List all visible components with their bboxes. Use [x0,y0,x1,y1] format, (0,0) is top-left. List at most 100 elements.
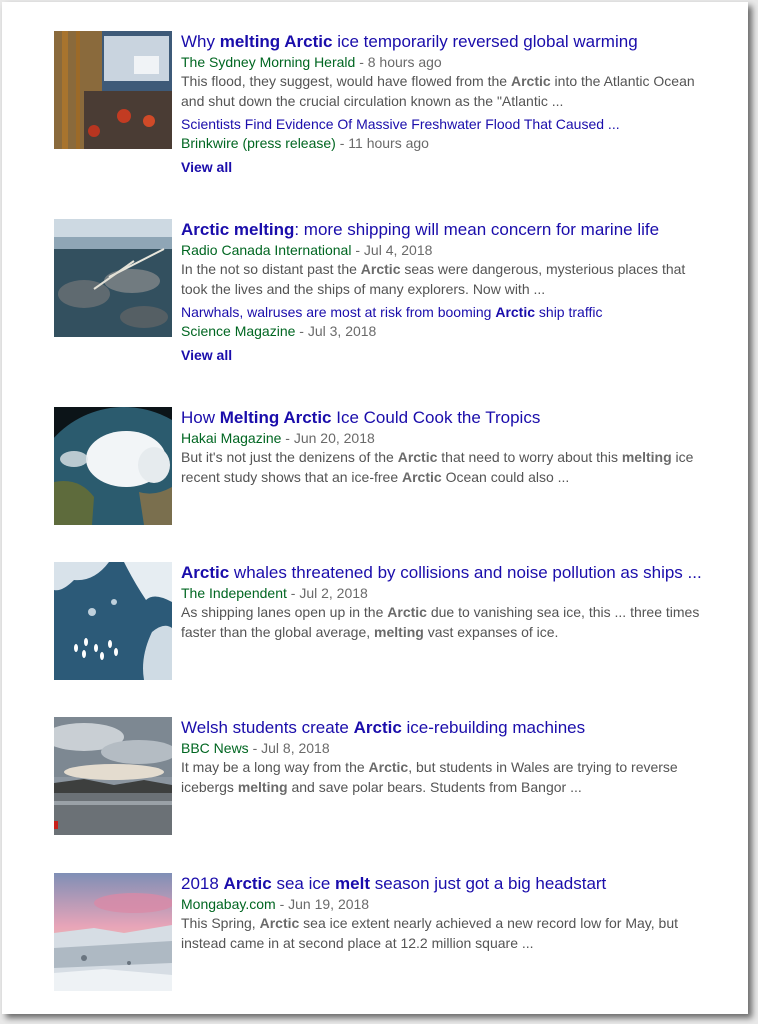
source-name: Brinkwire (press release) [181,135,336,151]
text-segment: In the not so distant past the [181,261,361,277]
highlighted-keyword: Arctic [387,604,427,620]
publish-date: - Jul 2, 2018 [286,585,368,601]
text-segment: Ice Could Cook the Tropics [331,408,541,427]
result-source-line: BBC News - Jul 8, 2018 [181,739,748,757]
highlighted-keyword: Arctic [397,449,438,465]
highlighted-keyword: Melting Arctic [219,408,332,427]
result-snippet-line: It may be a long way from the Arctic, bu… [181,757,748,777]
related-source-line: Science Magazine - Jul 3, 2018 [181,322,748,340]
result-snippet-line: faster than the global average, melting … [181,622,748,642]
source-name: The Independent [181,585,287,601]
text-segment: faster than the global average, [181,624,375,640]
text-segment: : more shipping will mean concern for ma… [294,220,660,239]
text-segment: , but students in Wales are trying to re… [408,759,678,775]
result-source-line: The Sydney Morning Herald - 8 hours ago [181,53,748,71]
source-name: Hakai Magazine [181,430,282,446]
result-snippet-line: This flood, they suggest, would have flo… [181,71,748,91]
text-segment: whales threatened by collisions and nois… [229,563,702,582]
text-segment: It may be a long way from the [181,759,369,775]
result-title-link[interactable]: Arctic melting: more shipping will mean … [181,219,748,241]
highlighted-keyword: melt [335,874,371,893]
publish-date: - Jul 4, 2018 [351,242,433,258]
publish-date: - Jun 19, 2018 [275,896,370,912]
text-segment: sea ice [271,874,336,893]
text-segment: seas were dangerous, mysterious places t… [400,261,686,277]
view-all-link[interactable]: View all [181,158,232,176]
news-result: Welsh students create Arctic ice-rebuild… [54,717,744,837]
text-segment: due to vanishing sea ice, this ... three… [426,604,700,620]
thumbnail-ship-deck[interactable] [54,31,172,149]
result-title-link[interactable]: 2018 Arctic sea ice melt season just got… [181,873,748,895]
text-segment: that need to worry about this [437,449,622,465]
result-source-line: Mongabay.com - Jun 19, 2018 [181,895,748,913]
news-result: How Melting Arctic Ice Could Cook the Tr… [54,407,744,527]
result-source-line: Radio Canada International - Jul 4, 2018 [181,241,748,259]
text-segment: But it's not just the denizens of the [181,449,398,465]
result-title-link[interactable]: Arctic whales threatened by collisions a… [181,562,748,584]
thumbnail-whales-aerial[interactable] [54,562,172,680]
text-segment: Why [181,32,220,51]
text-segment: into the Atlantic Ocean [550,73,695,89]
news-result: Why melting Arctic ice temporarily rever… [54,31,744,175]
text-segment: and save polar bears. Students from Bang… [287,779,582,795]
highlighted-keyword: Arctic [510,73,551,89]
source-name: Mongabay.com [181,896,276,912]
result-snippet-line: In the not so distant past the Arctic se… [181,259,748,279]
text-segment: and shut down the crucial circulation kn… [181,93,564,109]
highlighted-keyword: melting [374,624,424,640]
related-source-line: Brinkwire (press release) - 11 hours ago [181,134,748,152]
thumbnail-globe[interactable] [54,407,172,525]
publish-date: - Jul 8, 2018 [248,740,330,756]
result-source-line: The Independent - Jul 2, 2018 [181,584,748,602]
highlighted-keyword: Arctic melting [181,220,295,239]
news-result: Arctic whales threatened by collisions a… [54,562,744,682]
related-article-link[interactable]: Narwhals, walruses are most at risk from… [181,303,748,322]
thumbnail-landscape[interactable] [54,717,172,835]
text-segment: As shipping lanes open up in the [181,604,388,620]
text-segment: took the lives and the ships of many exp… [181,281,546,297]
text-segment: Scientists Find Evidence Of Massive Fres… [181,116,620,132]
source-name: The Sydney Morning Herald [181,54,356,70]
text-segment: sea ice extent nearly achieved a new rec… [299,915,678,931]
highlighted-keyword: Arctic [259,915,300,931]
result-snippet-line: As shipping lanes open up in the Arctic … [181,602,748,622]
highlighted-keyword: Arctic [360,261,401,277]
result-title-link[interactable]: How Melting Arctic Ice Could Cook the Tr… [181,407,748,429]
result-snippet-line: icebergs melting and save polar bears. S… [181,777,748,797]
result-snippet-line: and shut down the crucial circulation kn… [181,91,748,111]
highlighted-keyword: melting [621,449,672,465]
result-title-link[interactable]: Welsh students create Arctic ice-rebuild… [181,717,748,739]
publish-date: - Jun 20, 2018 [281,430,375,446]
result-snippet-line: recent study shows that an ice-free Arct… [181,467,748,487]
source-name: BBC News [181,740,249,756]
text-segment: ice [671,449,694,465]
publish-date: - Jul 3, 2018 [295,323,377,339]
publish-date: - 8 hours ago [355,54,442,70]
result-snippet-line: took the lives and the ships of many exp… [181,279,748,299]
highlighted-keyword: Arctic [402,469,442,485]
news-result: Arctic melting: more shipping will mean … [54,219,744,363]
text-segment: How [181,408,220,427]
source-name: Science Magazine [181,323,296,339]
news-result: 2018 Arctic sea ice melt season just got… [54,873,744,993]
text-segment: season just got a big headstart [370,874,607,893]
highlighted-keyword: melting Arctic [219,32,333,51]
result-source-line: Hakai Magazine - Jun 20, 2018 [181,429,748,447]
result-snippet-line: instead came in at second place at 12.2 … [181,933,748,953]
highlighted-keyword: Arctic [223,874,272,893]
highlighted-keyword: melting [237,779,288,795]
text-segment: Narwhals, walruses are most at risk from… [181,304,496,320]
result-snippet-line: This Spring, Arctic sea ice extent nearl… [181,913,748,933]
text-segment: ice-rebuilding machines [401,718,586,737]
text-segment: Welsh students create [181,718,354,737]
thumbnail-narwhals[interactable] [54,219,172,337]
highlighted-keyword: Arctic [495,304,536,320]
text-segment: ship traffic [535,304,603,320]
result-snippet-line: But it's not just the denizens of the Ar… [181,447,748,467]
view-all-link[interactable]: View all [181,346,232,364]
result-title-link[interactable]: Why melting Arctic ice temporarily rever… [181,31,748,53]
text-segment: This Spring, [181,915,260,931]
related-article-link[interactable]: Scientists Find Evidence Of Massive Fres… [181,115,748,134]
thumbnail-sunset-ice[interactable] [54,873,172,991]
text-segment: recent study shows that an ice-free [181,469,402,485]
